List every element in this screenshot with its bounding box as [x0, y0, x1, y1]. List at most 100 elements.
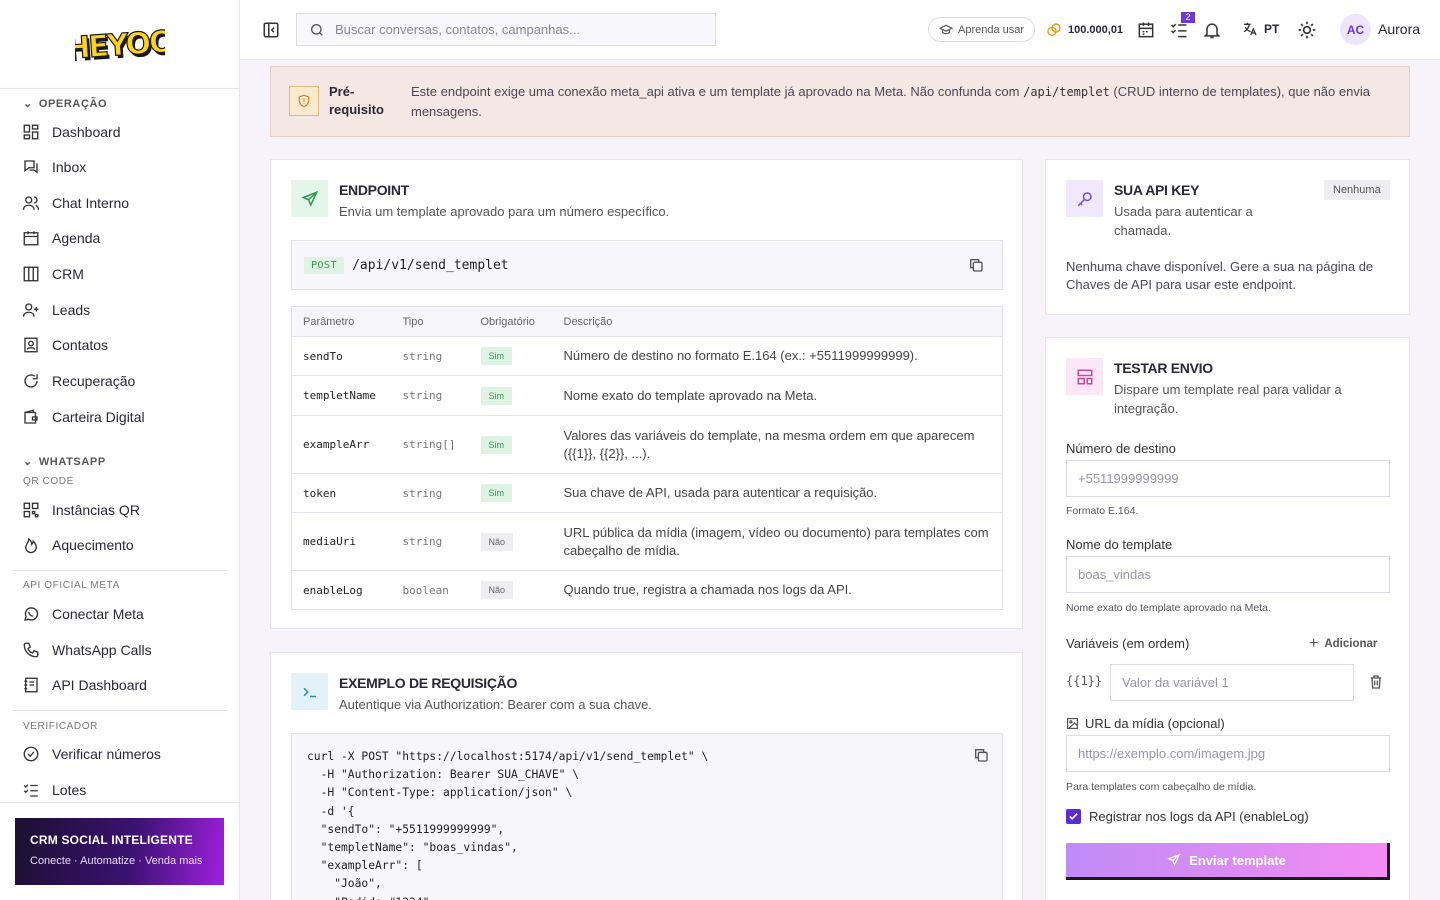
theme-sun-icon[interactable] — [1297, 20, 1317, 40]
sidebar-item-recuperacao[interactable]: Recuperação — [22, 367, 222, 395]
promo-subtitle: Conecte · Automatize · Venda mais — [30, 855, 203, 867]
param-name: token — [291, 473, 392, 513]
api-key-card: SUA API KEY Usada para autenticar a cham… — [1045, 159, 1410, 315]
send-template-button[interactable]: Enviar template — [1066, 843, 1390, 880]
param-desc: Valores das variáveis do template, na me… — [552, 415, 1003, 474]
table-row: mediaUri string Não URL pública da mídia (i… — [291, 512, 1003, 571]
learn-label: Aprenda usar — [958, 23, 1025, 36]
variables-label: Variáveis (em ordem) — [1066, 636, 1190, 651]
sidebar-item-conectar-meta[interactable]: Conectar Meta — [22, 600, 222, 628]
terminal-icon — [291, 673, 328, 710]
credits-balance[interactable]: 100.000,01 — [1046, 22, 1123, 38]
sidebar-item-api-dashboard[interactable]: API Dashboard — [22, 671, 222, 699]
param-type: string — [391, 336, 470, 376]
tasks-icon[interactable] — [1169, 20, 1189, 40]
required-badge: Sim — [480, 386, 512, 405]
template-name-input[interactable] — [1066, 556, 1390, 593]
dashboard-icon — [23, 124, 39, 140]
media-url-input[interactable] — [1066, 735, 1390, 772]
learn-button[interactable]: Aprenda usar — [928, 17, 1036, 42]
layout-template-icon — [1066, 358, 1103, 395]
required-badge: Sim — [480, 435, 512, 454]
divider — [0, 802, 239, 803]
variable-1-input[interactable] — [1110, 664, 1354, 701]
api-key-subtitle: Usada para autenticar a chamada. — [1114, 204, 1253, 238]
heyoo-logo[interactable]: HEYOO HEYOO — [64, 22, 177, 70]
section-operacao[interactable]: ⌄ OPERAÇÃO — [23, 97, 107, 111]
sidebar-item-carteira[interactable]: Carteira Digital — [22, 403, 222, 431]
api-key-status-badge: Nenhuma — [1324, 180, 1390, 200]
param-desc: Quando true, registra a chamada nos logs… — [552, 570, 1003, 610]
avatar[interactable]: AC — [1340, 14, 1371, 45]
table-row: templetName string Sim Nome exato do templa… — [291, 375, 1003, 416]
copy-icon[interactable] — [973, 747, 989, 763]
plus-icon: + — [1309, 635, 1319, 652]
bell-icon[interactable] — [1202, 20, 1222, 40]
divider — [0, 88, 239, 89]
api-icon — [24, 677, 38, 693]
param-name: sendTo — [291, 336, 392, 376]
user-name[interactable]: Aurora — [1378, 21, 1420, 37]
sidebar-item-crm[interactable]: CRM — [22, 260, 222, 288]
sidebar-item-inbox[interactable]: Inbox — [22, 153, 222, 181]
sidebar-item-label: Recuperação — [52, 373, 136, 389]
column-header: Descrição — [552, 306, 1003, 337]
send-icon — [291, 180, 328, 217]
sidebar-toggle-icon[interactable] — [262, 21, 280, 39]
add-label: Adicionar — [1324, 638, 1378, 650]
tasks-badge: 2 — [1181, 12, 1195, 23]
dest-label: Número de destino — [1066, 441, 1176, 456]
table-row: token string Sim Sua chave de API, usada pa… — [291, 473, 1003, 513]
sidebar-item-instancias-qr[interactable]: Instâncias QR — [22, 496, 222, 524]
media-url-label: URL da mídia (opcional) — [1066, 716, 1225, 731]
language-switcher[interactable]: PT — [1242, 21, 1279, 37]
promo-banner[interactable]: CRM SOCIAL INTELIGENTE Conecte · Automat… — [15, 818, 224, 885]
section-title: WHATSAPP — [38, 455, 106, 468]
required-badge: Não — [480, 532, 514, 551]
sidebar-item-contatos[interactable]: Contatos — [22, 331, 222, 359]
inbox-icon — [24, 160, 38, 174]
global-search[interactable] — [296, 13, 716, 46]
image-icon — [1067, 718, 1078, 729]
api-key-note: Nenhuma chave disponível. Gere a sua na … — [1066, 259, 1374, 292]
send-label: Enviar template — [1189, 852, 1286, 868]
sidebar-item-whatsapp-calls[interactable]: WhatsApp Calls — [22, 636, 222, 664]
sidebar-item-label: Dashboard — [52, 124, 121, 140]
sidebar-item-agenda[interactable]: Agenda — [22, 224, 222, 252]
search-input[interactable] — [335, 22, 695, 37]
key-icon — [1066, 180, 1103, 217]
sidebar-item-label: Chat Interno — [52, 195, 130, 211]
sidebar-item-leads[interactable]: Leads — [22, 296, 222, 324]
sidebar-item-chat-interno[interactable]: Chat Interno — [22, 189, 222, 217]
calendar-icon[interactable] — [1136, 20, 1156, 40]
param-name: templetName — [291, 375, 392, 416]
code-block[interactable]: curl -X POST "https://localhost:5174/api… — [291, 733, 1003, 900]
sidebar-item-label: Instâncias QR — [52, 502, 140, 518]
copy-icon[interactable] — [968, 257, 984, 273]
wallet-icon — [24, 409, 38, 424]
sidebar-item-label: Aquecimento — [52, 537, 134, 553]
sidebar-item-label: Inbox — [52, 159, 87, 175]
sidebar-item-dashboard[interactable]: Dashboard — [22, 118, 222, 146]
section-whatsapp[interactable]: ⌄ WHATSAPP — [23, 455, 106, 469]
sidebar-item-aquecimento[interactable]: Aquecimento — [22, 531, 222, 559]
section-title: API OFICIAL META — [23, 580, 120, 591]
dest-help: Formato E.164. — [1066, 505, 1139, 517]
media-label-text: URL da mídia (opcional) — [1085, 716, 1225, 731]
chevron-down-icon: ⌄ — [23, 456, 33, 468]
trash-icon[interactable] — [1368, 674, 1384, 690]
checkbox-checked-icon[interactable] — [1066, 809, 1081, 824]
dest-input[interactable] — [1066, 460, 1390, 497]
credits-value: 100.000,01 — [1068, 24, 1124, 36]
sidebar-item-lotes[interactable]: Lotes — [22, 776, 222, 804]
add-variable-button[interactable]: + Adicionar — [1309, 635, 1377, 653]
alert-text: Este endpoint exige uma conexão meta_api… — [411, 82, 1391, 136]
calendar-icon — [23, 231, 39, 246]
param-name: exampleArr — [291, 415, 392, 474]
table-row: enableLog boolean Não Quando true, registra… — [291, 570, 1003, 610]
topbar: Aprenda usar 100.000,01 2 PT AC Aurora — [240, 0, 1440, 60]
endpoint-path[interactable]: /api/v1/send_templet — [352, 258, 509, 273]
param-desc: URL pública da mídia (imagem, vídeo ou d… — [552, 512, 1003, 571]
enable-log-checkbox[interactable]: Registrar nos logs da API (enableLog) — [1066, 809, 1309, 824]
sidebar-item-verificar[interactable]: Verificar números — [22, 740, 222, 768]
